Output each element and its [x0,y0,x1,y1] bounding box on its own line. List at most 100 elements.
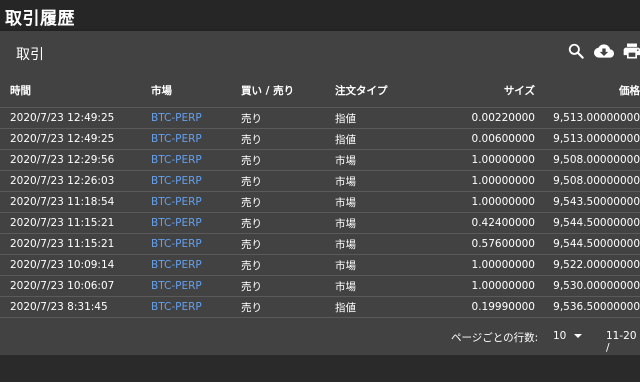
cell-market: BTC-PERP [151,128,241,150]
cell-side: 売り [241,149,335,171]
cell-price: 9,508.00000000 [535,170,640,192]
cell-market: BTC-PERP [151,254,241,276]
cloud-download-icon[interactable] [594,41,614,61]
cell-order-type: 指値 [335,107,430,129]
cell-time: 2020/7/23 12:49:25 [0,128,151,150]
cell-side: 売り [241,275,335,297]
cell-price: 9,544.50000000 [535,233,640,255]
cell-size: 0.57600000 [430,233,535,255]
cell-side: 売り [241,191,335,213]
cell-size: 0.19990000 [430,296,535,318]
cell-price: 9,544.50000000 [535,212,640,234]
print-icon[interactable] [622,41,640,61]
market-link[interactable]: BTC-PERP [151,238,202,250]
market-link[interactable]: BTC-PERP [151,154,202,166]
cell-size: 1.00000000 [430,254,535,276]
rows-per-page-value: 10 [553,330,567,342]
column-header-price[interactable]: 価格 [535,73,640,108]
cell-price: 9,543.50000000 [535,191,640,213]
caret-down-icon [574,334,583,338]
cell-price: 9,536.50000000 [535,296,640,318]
cell-market: BTC-PERP [151,149,241,171]
market-link[interactable]: BTC-PERP [151,217,202,229]
cell-market: BTC-PERP [151,170,241,192]
cell-time: 2020/7/23 12:26:03 [0,170,151,192]
market-link[interactable]: BTC-PERP [151,175,202,187]
table-row: 2020/7/23 11:18:54 BTC-PERP 売り 市場 1.0000… [0,191,640,213]
cell-market: BTC-PERP [151,107,241,129]
table-row: 2020/7/23 12:29:56 BTC-PERP 売り 市場 1.0000… [0,149,640,171]
cell-time: 2020/7/23 12:29:56 [0,149,151,171]
page-header: 取引履歴 [0,0,640,31]
table-row: 2020/7/23 12:26:03 BTC-PERP 売り 市場 1.0000… [0,170,640,192]
market-link[interactable]: BTC-PERP [151,259,202,271]
column-header-side[interactable]: 買い / 売り [241,73,335,108]
table-row: 2020/7/23 10:06:07 BTC-PERP 売り 市場 1.0000… [0,275,640,297]
search-icon[interactable] [566,41,586,61]
column-header-time[interactable]: 時間 [0,73,151,108]
cell-market: BTC-PERP [151,233,241,255]
cell-order-type: 市場 [335,212,430,234]
trades-table: 時間 市場 買い / 売り 注文タイプ サイズ 価格 2020/7/23 12:… [0,73,640,318]
cell-order-type: 市場 [335,149,430,171]
card-title: 取引 [16,47,44,63]
page-title: 取引履歴 [5,9,75,29]
market-link[interactable]: BTC-PERP [151,280,202,292]
cell-order-type: 市場 [335,191,430,213]
cell-price: 9,513.00000000 [535,128,640,150]
cell-side: 売り [241,233,335,255]
cell-order-type: 市場 [335,254,430,276]
cell-time: 2020/7/23 11:18:54 [0,191,151,213]
column-header-size[interactable]: サイズ [430,73,535,108]
cell-side: 売り [241,212,335,234]
cell-order-type: 市場 [335,170,430,192]
cell-size: 0.00600000 [430,128,535,150]
cell-time: 2020/7/23 11:15:21 [0,212,151,234]
market-link[interactable]: BTC-PERP [151,301,202,313]
cell-market: BTC-PERP [151,191,241,213]
cell-market: BTC-PERP [151,212,241,234]
cell-order-type: 市場 [335,233,430,255]
table-row: 2020/7/23 12:49:25 BTC-PERP 売り 指値 0.0022… [0,107,640,129]
cell-time: 2020/7/23 10:09:14 [0,254,151,276]
cell-size: 1.00000000 [430,191,535,213]
market-link[interactable]: BTC-PERP [151,196,202,208]
cell-order-type: 指値 [335,128,430,150]
pagination: ページごとの行数: 10 11-20 / [0,322,640,355]
cell-size: 0.00220000 [430,107,535,129]
cell-side: 売り [241,128,335,150]
page-range: 11-20 / [606,330,637,354]
table-row: 2020/7/23 11:15:21 BTC-PERP 売り 市場 0.4240… [0,212,640,234]
cell-size: 0.42400000 [430,212,535,234]
market-link[interactable]: BTC-PERP [151,112,202,124]
cell-size: 1.00000000 [430,275,535,297]
cell-order-type: 市場 [335,275,430,297]
cell-side: 売り [241,107,335,129]
table-row: 2020/7/23 11:15:21 BTC-PERP 売り 市場 0.5760… [0,233,640,255]
cell-time: 2020/7/23 8:31:45 [0,296,151,318]
cell-price: 9,522.00000000 [535,254,640,276]
cell-side: 売り [241,170,335,192]
table-header-row: 時間 市場 買い / 売り 注文タイプ サイズ 価格 [0,73,640,108]
footer-bar [0,355,640,382]
cell-time: 2020/7/23 11:15:21 [0,233,151,255]
column-header-order-type[interactable]: 注文タイプ [335,73,430,108]
table-row: 2020/7/23 10:09:14 BTC-PERP 売り 市場 1.0000… [0,254,640,276]
cell-side: 売り [241,296,335,318]
cell-price: 9,513.00000000 [535,107,640,129]
cell-market: BTC-PERP [151,296,241,318]
cell-market: BTC-PERP [151,275,241,297]
cell-size: 1.00000000 [430,170,535,192]
table-row: 2020/7/23 8:31:45 BTC-PERP 売り 指値 0.19990… [0,296,640,318]
rows-per-page-select[interactable]: 10 [553,330,583,342]
cell-order-type: 指値 [335,296,430,318]
cell-time: 2020/7/23 10:06:07 [0,275,151,297]
cell-side: 売り [241,254,335,276]
market-link[interactable]: BTC-PERP [151,133,202,145]
cell-price: 9,508.00000000 [535,149,640,171]
table-row: 2020/7/23 12:49:25 BTC-PERP 売り 指値 0.0060… [0,128,640,150]
rows-per-page-label: ページごとの行数: [451,332,539,344]
card-toolbar: 取引 [0,31,640,73]
cell-time: 2020/7/23 12:49:25 [0,107,151,129]
column-header-market[interactable]: 市場 [151,73,241,108]
